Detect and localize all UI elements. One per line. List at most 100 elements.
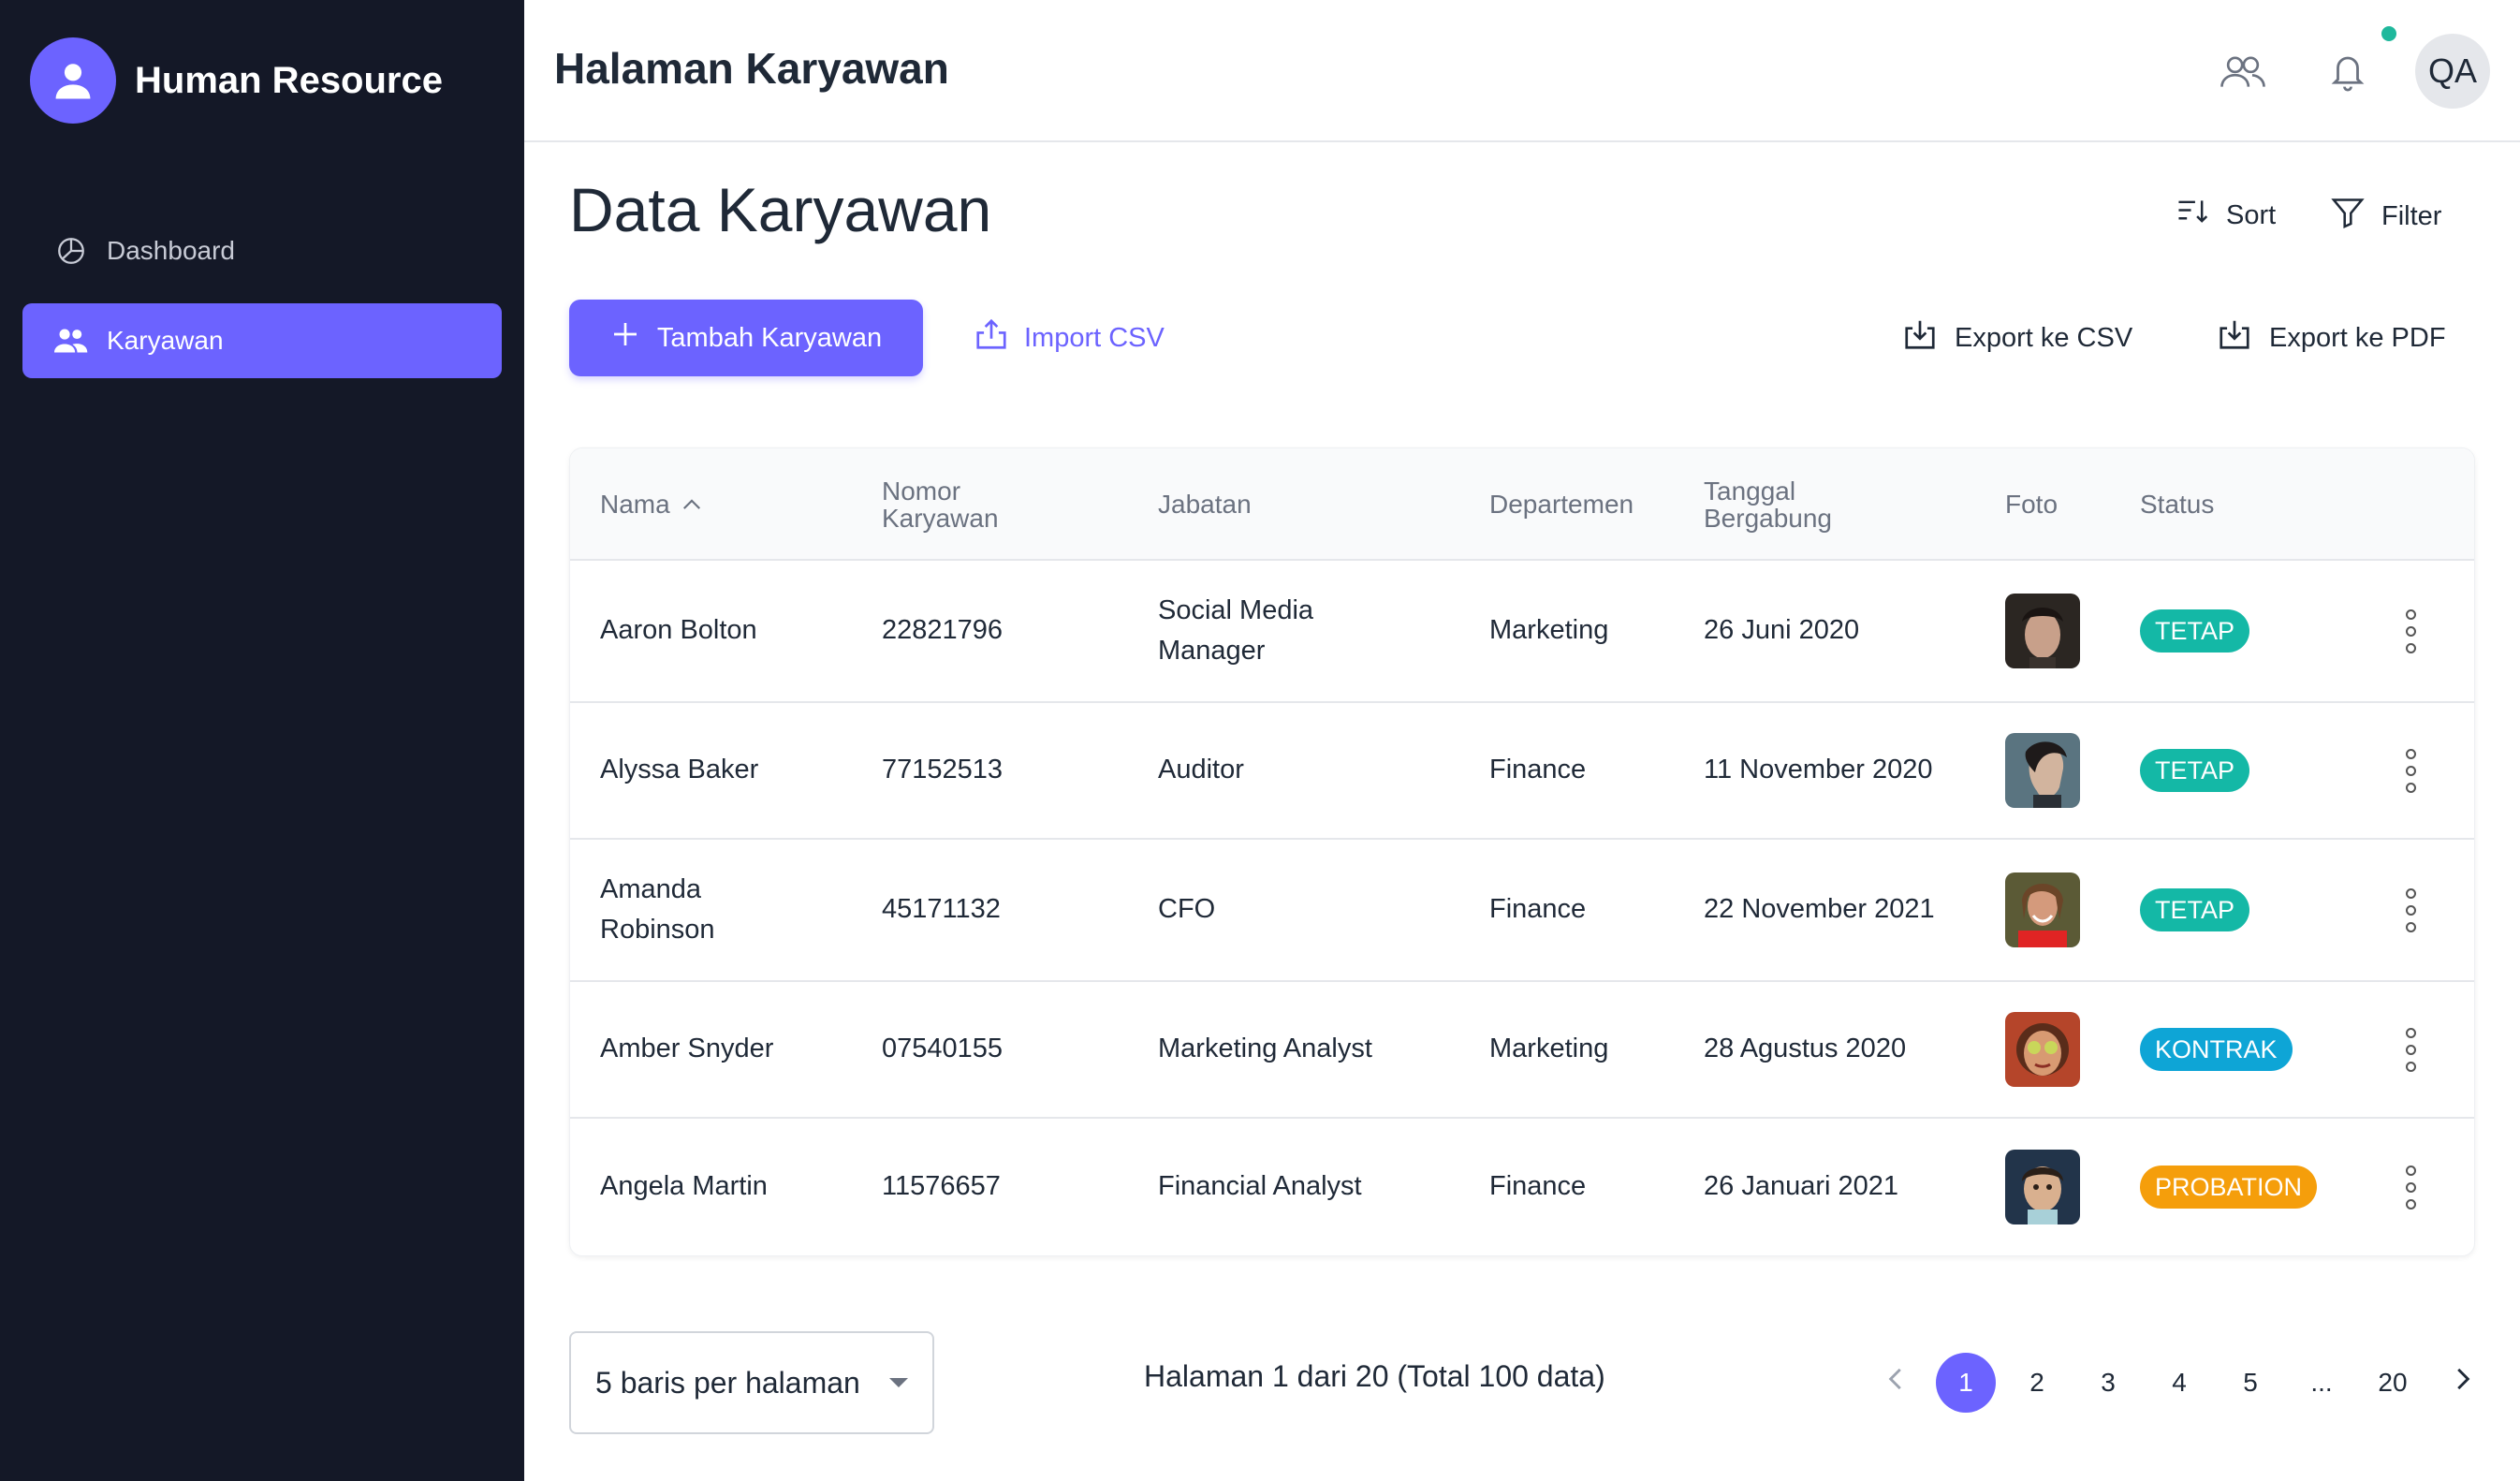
sidebar-item-karyawan[interactable]: Karyawan: [22, 303, 502, 378]
more-vertical-icon: [2392, 882, 2429, 938]
row-actions-button[interactable]: [2392, 703, 2429, 838]
next-page-button[interactable]: [2434, 1353, 2494, 1413]
cell-tanggal: 11 November 2020: [1704, 755, 1933, 785]
page-button[interactable]: 1: [1936, 1353, 1996, 1413]
prev-page-button[interactable]: [1865, 1353, 1925, 1413]
table-row[interactable]: Amber Snyder 07540155 Marketing Analyst …: [570, 982, 2474, 1119]
app-title: Human Resource: [135, 59, 443, 101]
cell-nama: Alyssa Baker: [600, 755, 759, 785]
sort-label: Sort: [2226, 199, 2277, 230]
employee-photo: [2005, 872, 2080, 947]
column-header-foto: Foto: [2005, 490, 2058, 520]
sidebar-item-dashboard[interactable]: Dashboard: [22, 213, 502, 288]
sidebar-item-label: Dashboard: [107, 236, 235, 265]
column-header-tanggal[interactable]: Tanggal Bergabung: [1704, 448, 1832, 561]
cell-nama: Amber Snyder: [600, 1034, 774, 1064]
column-header-status[interactable]: Status: [2140, 448, 2214, 561]
cell-foto: [2005, 561, 2080, 701]
sidebar-nav: Dashboard Karyawan: [22, 213, 502, 393]
cell-foto: [2005, 703, 2080, 838]
employee-table: Nama Nomor Karyawan Jabatan Departemen T…: [569, 447, 2475, 1256]
chevron-left-icon: [1886, 1367, 1903, 1399]
cell-status: KONTRAK: [2140, 982, 2293, 1117]
bell-icon: [2328, 50, 2367, 97]
column-label: Tanggal: [1704, 476, 1796, 506]
cell-status: PROBATION: [2140, 1119, 2318, 1255]
users-icon: [54, 324, 88, 358]
cell-foto: [2005, 982, 2080, 1117]
row-actions-button[interactable]: [2392, 982, 2429, 1117]
page-button[interactable]: 2: [2007, 1353, 2067, 1413]
cell-tanggal: 28 Agustus 2020: [1704, 1034, 1907, 1064]
page-button[interactable]: 5: [2220, 1353, 2280, 1413]
page-title: Data Karyawan: [569, 175, 992, 244]
status-badge: PROBATION: [2140, 1166, 2318, 1209]
filter-icon: [2331, 197, 2381, 236]
header-title: Halaman Karyawan: [554, 44, 949, 93]
user-avatar[interactable]: QA: [2415, 34, 2490, 109]
table-row[interactable]: Angela Martin 11576657 Financial Analyst…: [570, 1119, 2474, 1255]
notification-button[interactable]: [2312, 37, 2383, 109]
cell-nomor: 07540155: [882, 1034, 1004, 1064]
export-pdf-button[interactable]: Export ke PDF: [2217, 300, 2446, 376]
more-vertical-icon: [2392, 1159, 2429, 1215]
column-label: Nama: [600, 490, 670, 520]
cell-jabatan: Auditor: [1158, 755, 1244, 785]
table-row[interactable]: Amanda Robinson 45171132 CFO Finance 22 …: [570, 840, 2474, 982]
cell-departemen: Finance: [1489, 894, 1587, 925]
page-ellipsis: ...: [2310, 1368, 2333, 1397]
cell-nomor: 45171132: [882, 894, 1001, 925]
page-button[interactable]: 20: [2363, 1353, 2423, 1413]
column-header-nomor[interactable]: Nomor Karyawan: [882, 448, 999, 561]
rows-per-page-select[interactable]: 5 baris per halaman: [569, 1331, 934, 1434]
chevron-right-icon: [2455, 1367, 2472, 1399]
export-csv-button[interactable]: Export ke CSV: [1902, 300, 2132, 376]
cell-departemen: Marketing: [1489, 615, 1609, 646]
table-header: Nama Nomor Karyawan Jabatan Departemen T…: [570, 448, 2474, 561]
cell-nomor: 77152513: [882, 755, 1004, 785]
download-icon: [2217, 317, 2269, 359]
row-actions-button[interactable]: [2392, 1119, 2429, 1255]
cell-status: TETAP: [2140, 840, 2250, 980]
row-actions-button[interactable]: [2392, 561, 2429, 701]
column-label: Karyawan: [882, 504, 999, 533]
pie-chart-icon: [54, 234, 88, 268]
table-row[interactable]: Alyssa Baker 77152513 Auditor Finance 11…: [570, 703, 2474, 840]
page-button[interactable]: 3: [2078, 1353, 2138, 1413]
row-actions-button[interactable]: [2392, 840, 2429, 980]
sidebar: Human Resource Dashboard Karyawan: [0, 0, 524, 1481]
cell-tanggal: 26 Juni 2020: [1704, 615, 1860, 646]
export-csv-label: Export ke CSV: [1955, 322, 2133, 353]
page-info: Halaman 1 dari 20 (Total 100 data): [1144, 1359, 1605, 1393]
export-pdf-label: Export ke PDF: [2269, 322, 2446, 353]
caret-down-icon: [889, 1378, 908, 1387]
brand[interactable]: Human Resource: [30, 37, 443, 124]
add-employee-button[interactable]: Tambah Karyawan: [569, 300, 923, 376]
employee-photo: [2005, 1012, 2080, 1087]
main-content: Data Karyawan Sort Filter Tambah Karyawa…: [524, 142, 2520, 1481]
page-button[interactable]: 4: [2149, 1353, 2209, 1413]
status-badge: TETAP: [2140, 609, 2250, 653]
cell-nama: Aaron Bolton: [600, 615, 757, 646]
import-csv-button[interactable]: Import CSV: [974, 300, 1165, 376]
filter-button[interactable]: Filter: [2331, 197, 2441, 236]
cell-jabatan: Marketing Analyst: [1158, 1034, 1372, 1064]
cell-status: TETAP: [2140, 703, 2250, 838]
pagination: 1 2 3 4 5 ... 20: [1853, 1352, 2494, 1414]
sort-button[interactable]: Sort: [2176, 197, 2276, 234]
employee-photo: [2005, 733, 2080, 808]
team-button[interactable]: [2207, 37, 2278, 109]
cell-jabatan: CFO: [1158, 894, 1216, 925]
cell-tanggal: 26 Januari 2021: [1704, 1171, 1898, 1202]
user-icon: [30, 37, 116, 124]
cell-departemen: Marketing: [1489, 1034, 1609, 1064]
upload-icon: [974, 317, 1024, 359]
cell-departemen: Finance: [1489, 755, 1587, 785]
column-header-nama[interactable]: Nama: [600, 448, 702, 561]
column-header-departemen[interactable]: Departemen: [1489, 448, 1634, 561]
table-row[interactable]: Aaron Bolton 22821796 Social Media Manag…: [570, 561, 2474, 703]
plus-icon: [610, 319, 657, 357]
sort-icon: [2176, 197, 2226, 234]
column-header-jabatan[interactable]: Jabatan: [1158, 448, 1252, 561]
cell-jabatan: Financial Analyst: [1158, 1171, 1362, 1202]
